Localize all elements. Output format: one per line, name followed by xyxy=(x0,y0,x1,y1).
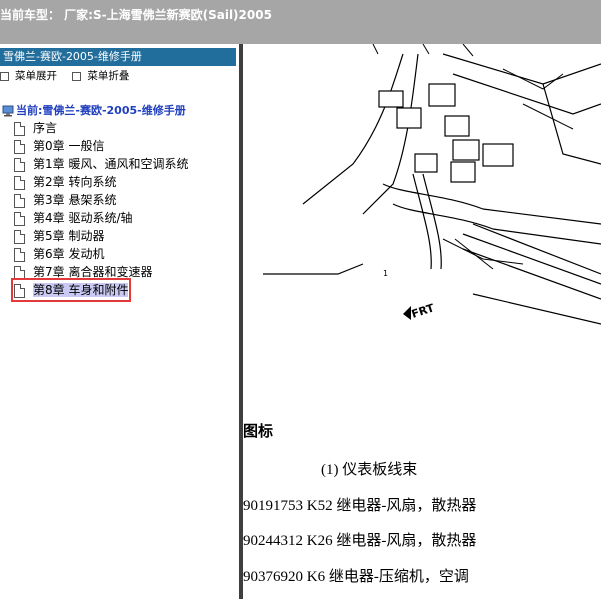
tree-item-label: 第6章 发动机 xyxy=(33,247,105,261)
legend-line-3: 90244312 K26 继电器-风扇，散热器 xyxy=(243,533,477,549)
current-model-title: 当前车型： 厂家:S-上海雪佛兰新赛欧(Sail)2005 xyxy=(0,8,272,22)
tree-item-chapter-2[interactable]: 第2章 转向系统 xyxy=(14,173,116,191)
tree-item-chapter-8[interactable]: 第8章 车身和附件 xyxy=(10,278,132,302)
page-icon xyxy=(14,265,25,280)
left-tree-panel: 雪佛兰-赛欧-2005-维修手册 菜单展开 菜单折叠 当前:雪佛兰-赛欧-200… xyxy=(0,44,239,599)
tree-item-label: 第0章 一般信 xyxy=(33,139,105,153)
diagram-callout-1: 1 xyxy=(383,269,388,278)
legend-line-1: (1) 仪表板线束 xyxy=(321,462,418,478)
expand-menu-label: 菜单展开 xyxy=(15,70,57,82)
diagram-direction-label: FRT xyxy=(410,301,436,321)
tree-item-label: 第2章 转向系统 xyxy=(33,175,117,189)
legend-line-4: 90376920 K6 继电器-压缩机，空调 xyxy=(243,569,469,585)
tree-item-chapter-4[interactable]: 第4章 驱动系统/轴 xyxy=(14,209,133,227)
page-icon xyxy=(14,229,25,244)
wiring-diagram: 1 FRT xyxy=(263,44,601,325)
tree-item-chapter-3[interactable]: 第3章 悬架系统 xyxy=(14,191,116,209)
tree-item-label: 第4章 驱动系统/轴 xyxy=(33,211,133,225)
page-icon xyxy=(14,139,25,154)
tree-item-chapter-5[interactable]: 第5章 制动器 xyxy=(14,227,104,245)
top-bar: 当前车型： 厂家:S-上海雪佛兰新赛欧(Sail)2005 xyxy=(0,0,601,44)
tree-root[interactable]: 当前:雪佛兰-赛欧-2005-维修手册 xyxy=(2,102,186,120)
tree-item-chapter-6[interactable]: 第6章 发动机 xyxy=(14,245,104,263)
tree-item-chapter-0[interactable]: 第0章 一般信 xyxy=(14,137,104,155)
page-icon xyxy=(14,193,25,208)
tree-item-label: 序言 xyxy=(33,121,58,135)
menu-actions: 菜单展开 菜单折叠 xyxy=(0,68,141,84)
tree-item-label: 第3章 悬架系统 xyxy=(33,193,117,207)
page-icon xyxy=(14,157,25,172)
page-icon xyxy=(14,283,25,298)
figure-title: 图标 xyxy=(243,422,274,440)
legend-line-2: 90191753 K52 继电器-风扇，散热器 xyxy=(243,498,477,514)
page-icon xyxy=(14,211,25,226)
tree-item-preface[interactable]: 序言 xyxy=(14,119,57,137)
page-icon xyxy=(14,175,25,190)
page-icon xyxy=(14,121,25,136)
content-pane: 1 FRT 图标 (1) 仪表板线束 90191753 K52 继电器-风扇，散… xyxy=(243,44,601,599)
page-icon xyxy=(14,247,25,262)
tree-item-label: 第5章 制动器 xyxy=(33,229,105,243)
tree-item-label: 第1章 暖风、通风和空调系统 xyxy=(33,157,189,171)
collapse-menu-button[interactable]: 菜单折叠 xyxy=(72,68,129,83)
expand-icon xyxy=(0,71,9,81)
tree-item-chapter-7[interactable]: 第7章 离合器和变速器 xyxy=(14,263,152,281)
collapse-menu-label: 菜单折叠 xyxy=(87,70,130,82)
tree-root-label: 当前:雪佛兰-赛欧-2005-维修手册 xyxy=(16,104,186,117)
tree-item-label: 第8章 车身和附件 xyxy=(33,283,129,297)
expand-menu-button[interactable]: 菜单展开 xyxy=(0,68,57,83)
tree-item-chapter-1[interactable]: 第1章 暖风、通风和空调系统 xyxy=(14,155,188,173)
tree-item-label: 第7章 离合器和变速器 xyxy=(33,265,153,279)
collapse-icon xyxy=(72,71,82,81)
computer-icon xyxy=(2,105,14,117)
manual-title-bar: 雪佛兰-赛欧-2005-维修手册 xyxy=(0,48,236,66)
